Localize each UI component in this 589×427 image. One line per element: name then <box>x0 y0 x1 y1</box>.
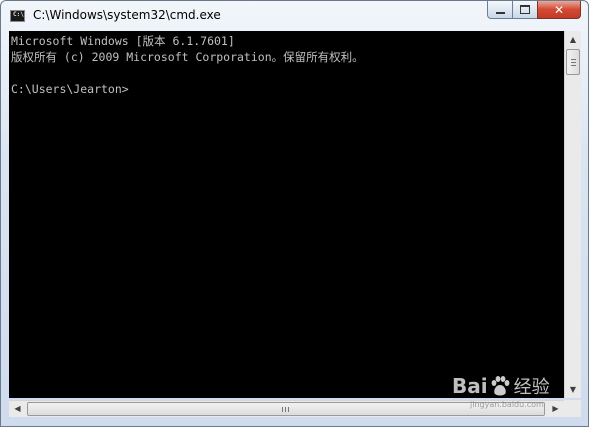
console-prompt: C:\Users\Jearton> <box>11 82 129 96</box>
close-button[interactable]: ✕ <box>537 1 581 19</box>
watermark-brand-jingyan: 经验 <box>513 377 550 398</box>
close-icon: ✕ <box>553 2 565 17</box>
vertical-scroll-thumb[interactable] <box>566 49 580 75</box>
console-output: Microsoft Windows [版本 6.1.7601] 版权所有 (c)… <box>11 33 364 97</box>
thumb-grip-line <box>282 407 283 412</box>
console-area[interactable]: Microsoft Windows [版本 6.1.7601] 版权所有 (c)… <box>9 31 564 398</box>
thumb-grip-line <box>288 407 289 412</box>
scroll-up-button[interactable]: ▲ <box>565 31 581 48</box>
cmd-icon-label: C:\ <box>13 11 24 18</box>
scroll-left-button[interactable]: ◀ <box>9 401 26 417</box>
window-title: C:\Windows\system32\cmd.exe <box>33 8 221 22</box>
vertical-scrollbar[interactable]: ▲ ▼ <box>564 31 581 398</box>
scroll-down-icon: ▼ <box>569 385 577 394</box>
thumb-grip-line <box>571 65 576 66</box>
baidu-paw-icon <box>491 376 510 396</box>
scroll-left-icon: ◀ <box>14 404 21 413</box>
minimize-button[interactable] <box>487 1 513 19</box>
resize-grip[interactable] <box>564 400 581 417</box>
baidu-jingyan-watermark: Bai 经验 <box>452 372 550 400</box>
window-controls: ✕ <box>487 1 581 21</box>
console-line-copyright: 版权所有 (c) 2009 Microsoft Corporation。保留所有… <box>11 50 364 64</box>
cmd-app-icon[interactable]: C:\ <box>10 10 25 22</box>
cmd-window: C:\ C:\Windows\system32\cmd.exe ✕ Micros… <box>0 0 589 427</box>
scroll-right-icon: ▶ <box>552 404 559 413</box>
watermark-brand-bai: Bai <box>452 374 488 398</box>
scroll-down-button[interactable]: ▼ <box>565 381 581 398</box>
watermark-url: jingyan.baidu.com <box>470 400 544 409</box>
thumb-grip-line <box>285 407 286 412</box>
minimize-icon <box>495 11 505 14</box>
maximize-icon <box>520 5 530 14</box>
thumb-grip-line <box>571 59 576 60</box>
horizontal-scroll-thumb[interactable] <box>27 402 545 416</box>
thumb-grip-line <box>571 62 576 63</box>
scroll-up-icon: ▲ <box>569 35 577 44</box>
console-line-version: Microsoft Windows [版本 6.1.7601] <box>11 34 235 48</box>
scroll-right-button[interactable]: ▶ <box>547 401 564 417</box>
maximize-button[interactable] <box>512 1 538 19</box>
title-bar[interactable]: C:\ C:\Windows\system32\cmd.exe ✕ <box>1 1 588 31</box>
